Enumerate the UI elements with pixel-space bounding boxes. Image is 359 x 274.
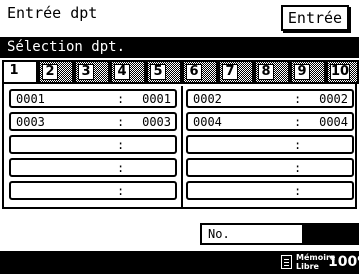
number-input-field[interactable]: No.: [200, 223, 304, 245]
column-divider: [181, 86, 183, 207]
department-button-empty[interactable]: :: [186, 158, 354, 177]
department-separator: :: [117, 184, 125, 198]
department-code: 0001: [16, 92, 45, 106]
tab-5[interactable]: 5: [146, 60, 182, 84]
department-button-0002[interactable]: 0002 : 0002: [186, 89, 354, 108]
tab-7[interactable]: 7: [218, 60, 254, 84]
department-button-empty[interactable]: :: [186, 181, 354, 200]
department-button-empty[interactable]: :: [9, 158, 177, 177]
memory-value: 100%: [328, 254, 359, 270]
department-number: 0003: [142, 115, 171, 129]
selection-bar: Sélection dpt.: [0, 37, 359, 58]
tab-8[interactable]: 8: [254, 60, 290, 84]
tab-label: 4: [114, 64, 130, 80]
tab-label: 10: [330, 64, 350, 80]
tab-label: 5: [150, 64, 166, 80]
department-separator: :: [294, 92, 302, 106]
tab-label: 9: [294, 64, 310, 80]
department-separator: :: [294, 115, 302, 129]
number-field-label: No.: [208, 227, 230, 241]
tab-6[interactable]: 6: [182, 60, 218, 84]
status-bar: Mémoire Libre 100%: [0, 251, 359, 274]
number-display-box: [304, 223, 359, 245]
department-number: 0002: [319, 92, 348, 106]
department-page-tabs: 1 2 3 4 5 6 7 8 9 10: [2, 60, 359, 84]
department-button-0003[interactable]: 0003 : 0003: [9, 112, 177, 131]
memory-label-line2: Libre: [296, 262, 319, 271]
department-number: 0001: [142, 92, 171, 106]
department-code: 0003: [16, 115, 45, 129]
department-button-0004[interactable]: 0004 : 0004: [186, 112, 354, 131]
memory-card-icon: [281, 255, 292, 269]
department-entry-screen: Entrée dpt Entrée Sélection dpt. 1 2 3 4…: [0, 0, 359, 274]
tab-1[interactable]: 1: [2, 60, 38, 84]
tab-2[interactable]: 2: [38, 60, 74, 84]
department-number: 0004: [319, 115, 348, 129]
department-button-0001[interactable]: 0001 : 0001: [9, 89, 177, 108]
tab-label: 7: [222, 64, 238, 80]
department-separator: :: [294, 184, 302, 198]
tab-3[interactable]: 3: [74, 60, 110, 84]
department-button-empty[interactable]: :: [186, 135, 354, 154]
department-code: 0004: [193, 115, 222, 129]
department-separator: :: [117, 138, 125, 152]
department-separator: :: [117, 161, 125, 175]
department-separator: :: [294, 138, 302, 152]
screen-title: Entrée dpt: [7, 4, 98, 22]
department-separator: :: [117, 115, 125, 129]
tab-label: 3: [78, 64, 94, 80]
tab-label: 8: [258, 64, 274, 80]
department-button-empty[interactable]: :: [9, 181, 177, 200]
department-separator: :: [294, 161, 302, 175]
tab-9[interactable]: 9: [290, 60, 326, 84]
tab-label: 1: [6, 64, 22, 80]
department-separator: :: [117, 92, 125, 106]
tab-label: 2: [42, 64, 58, 80]
tab-label: 6: [186, 64, 202, 80]
department-code: 0002: [193, 92, 222, 106]
entree-button[interactable]: Entrée: [281, 5, 349, 31]
department-button-empty[interactable]: :: [9, 135, 177, 154]
tab-4[interactable]: 4: [110, 60, 146, 84]
tab-10[interactable]: 10: [326, 60, 359, 84]
